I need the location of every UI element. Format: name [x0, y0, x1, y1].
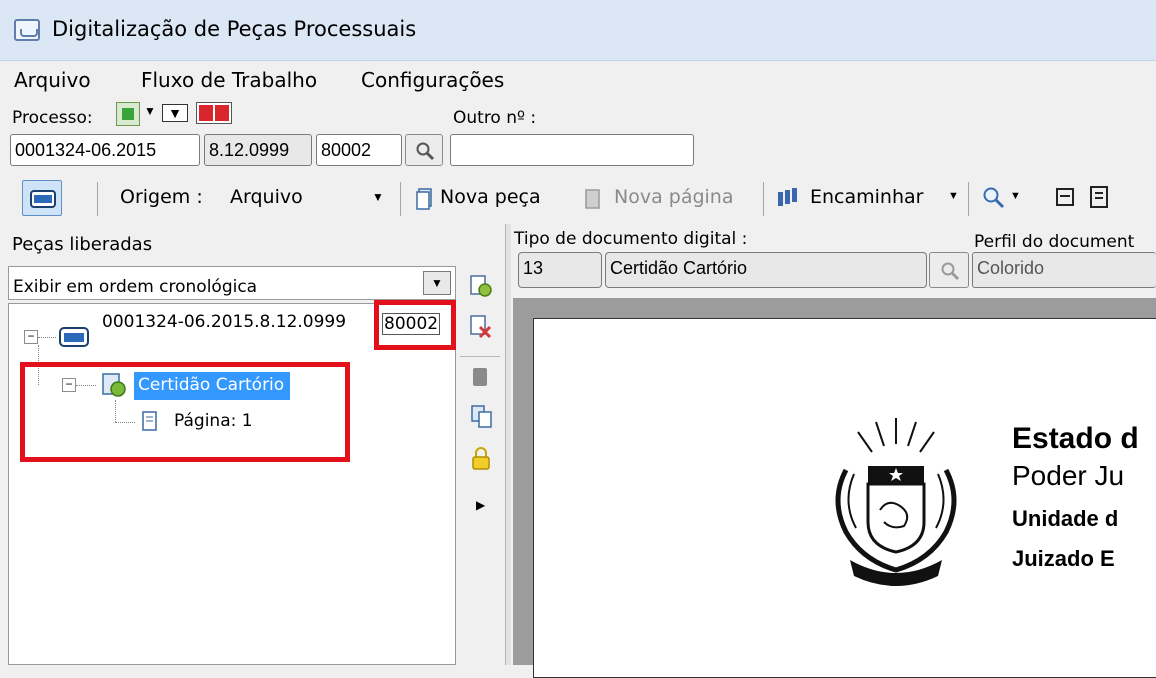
order-select-value: Exibir em ordem cronológica	[13, 277, 258, 297]
zoom-icon	[983, 187, 1005, 209]
folder-icon	[30, 190, 56, 208]
document-profile-field[interactable]: Colorido	[972, 252, 1156, 288]
open-folder-button[interactable]	[22, 180, 62, 216]
chevron-down-icon: ▼	[423, 271, 451, 295]
nova-peca-label: Nova peça	[440, 186, 541, 208]
processo-label: Processo:	[12, 108, 93, 128]
menu-configuracoes[interactable]: Configurações	[361, 68, 504, 92]
document-type-label: Tipo de documento digital :	[514, 229, 748, 249]
panel-splitter[interactable]	[505, 224, 511, 665]
fit-page-icon[interactable]	[1090, 186, 1108, 208]
copy-pages-icon[interactable]	[470, 404, 494, 430]
window-title: Digitalização de Peças Processuais	[52, 17, 417, 41]
app-icon	[14, 19, 40, 41]
outro-numero-label: Outro nº :	[453, 108, 537, 128]
forward-stack-icon	[778, 188, 797, 206]
process-code-field[interactable]: 80002	[316, 134, 402, 166]
remove-document-icon[interactable]	[468, 314, 494, 340]
nova-pagina-label: Nova página	[614, 186, 734, 208]
lock-icon[interactable]	[470, 446, 492, 472]
search-icon	[941, 262, 960, 281]
pieces-tree	[8, 303, 456, 665]
process-number-field[interactable]: 0001324-06.2015	[10, 134, 200, 166]
approve-document-icon[interactable]	[468, 274, 494, 300]
pecas-liberadas-title: Peças liberadas	[12, 234, 153, 255]
origem-select[interactable]: Arquivo ▼	[224, 182, 394, 214]
document-gray-icon[interactable]	[470, 366, 492, 390]
process-folder-icon	[59, 327, 89, 347]
new-process-dropdown-icon[interactable]: ▼	[144, 104, 156, 118]
preview-line-2: Poder Ju	[1012, 460, 1125, 491]
new-document-icon	[416, 188, 432, 210]
encaminhar-label: Encaminhar	[810, 186, 924, 208]
menu-fluxo-de-trabalho[interactable]: Fluxo de Trabalho	[141, 68, 317, 92]
preview-line-1: Estado d	[1012, 422, 1139, 455]
preview-line-4: Juizado E	[1012, 546, 1115, 571]
document-type-search-button[interactable]	[929, 252, 969, 288]
new-process-icon[interactable]	[116, 102, 140, 126]
toolbar-separator	[97, 182, 98, 216]
new-page-icon	[585, 189, 600, 209]
title-bar: Digitalização de Peças Processuais	[0, 0, 1156, 61]
document-profile-label: Perfil do document	[974, 232, 1135, 252]
tree-root-label[interactable]: 0001324-06.2015.8.12.0999	[102, 312, 346, 332]
main-toolbar: Origem : Arquivo ▼ Nova peça Nova página…	[0, 178, 1156, 220]
split-view-icon[interactable]	[196, 102, 232, 124]
zoom-button[interactable]: ▼	[980, 182, 1024, 214]
preview-line-3: Unidade d	[1012, 506, 1119, 531]
tree-actions-strip: ▶	[458, 266, 504, 665]
tree-line	[38, 337, 56, 339]
menu-bar: Arquivo Fluxo de Trabalho Configurações	[0, 64, 1156, 94]
chevron-down-icon: ▼	[372, 190, 384, 204]
menu-arquivo[interactable]: Arquivo	[14, 68, 91, 92]
process-origin-field[interactable]: 8.12.0999	[204, 134, 312, 166]
chevron-down-icon: ▼	[948, 190, 959, 202]
encaminhar-button[interactable]: Encaminhar ▼	[772, 182, 962, 214]
highlight-box-code	[374, 300, 456, 350]
nova-pagina-button[interactable]: Nova página	[580, 182, 758, 214]
origem-label: Origem :	[120, 186, 203, 208]
document-type-code-field[interactable]: 13	[518, 252, 602, 288]
origem-value: Arquivo	[230, 186, 303, 208]
chevron-down-icon: ▼	[1010, 190, 1021, 202]
document-type-name-field[interactable]: Certidão Cartório	[605, 252, 927, 288]
nova-peca-button[interactable]: Nova peça	[412, 182, 552, 214]
collapse-root-icon[interactable]: −	[24, 330, 38, 344]
strip-separator	[460, 356, 500, 357]
highlight-box-piece	[20, 362, 350, 462]
toolbar-separator	[968, 182, 969, 216]
fit-width-icon[interactable]	[1056, 188, 1074, 206]
search-icon	[416, 142, 435, 161]
chevron-right-icon[interactable]: ▶	[476, 498, 485, 512]
coat-of-arms-emblem	[835, 418, 957, 586]
toolbar-separator	[400, 182, 401, 216]
outro-numero-input[interactable]	[450, 134, 694, 166]
chevron-down-icon[interactable]: ▼	[162, 104, 188, 122]
order-select[interactable]: Exibir em ordem cronológica ▼	[8, 266, 456, 300]
toolbar-separator	[763, 182, 764, 216]
search-process-button[interactable]	[405, 134, 443, 166]
